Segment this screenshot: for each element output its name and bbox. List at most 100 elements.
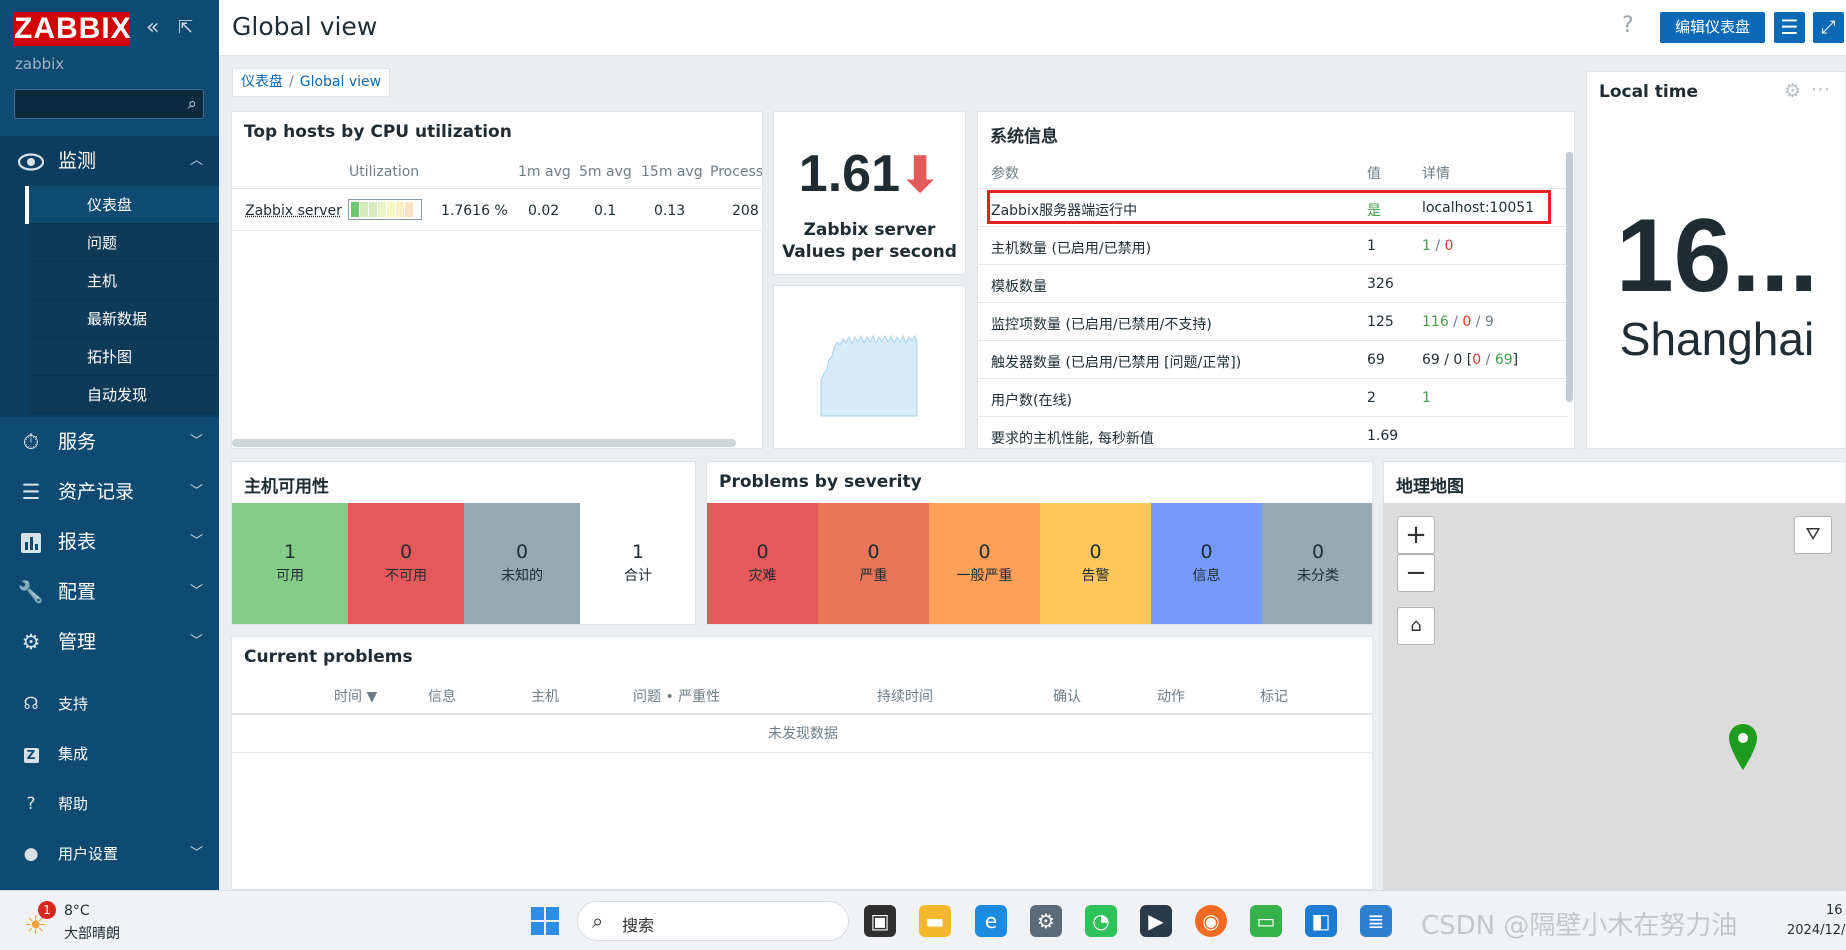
filter-icon[interactable]: ⛛ bbox=[1794, 516, 1832, 554]
utilization-value: 1.7616 % bbox=[441, 203, 508, 219]
file-explorer-icon[interactable]: ▬ bbox=[919, 905, 951, 937]
widget-title: Local time bbox=[1599, 82, 1699, 102]
severity-high[interactable]: 0 严重 bbox=[818, 503, 929, 624]
menu-item-reports[interactable]: 报表 ﹀ bbox=[0, 517, 219, 567]
horizontal-scrollbar[interactable] bbox=[232, 439, 736, 447]
double-chevron-left-icon[interactable]: « bbox=[146, 16, 159, 40]
availability-unknown[interactable]: 0 未知的 bbox=[464, 503, 580, 624]
hamburger-icon[interactable]: ☰ bbox=[1774, 12, 1805, 43]
sysinfo-row-triggers: 触发器数量 (已启用/已禁用 [问题/正常]) 69 69 / 0 [0 / 6… bbox=[978, 341, 1568, 379]
zabbix-logo[interactable]: ZABBIX bbox=[14, 12, 131, 46]
task-view-icon[interactable]: ▣ bbox=[864, 905, 896, 937]
terminal-app-icon[interactable]: ▶ bbox=[1140, 905, 1172, 937]
column-header[interactable]: Process bbox=[710, 164, 762, 180]
severity-average[interactable]: 0 一般严重 bbox=[929, 503, 1040, 624]
breadcrumb: 仪表盘 / Global view bbox=[232, 68, 391, 97]
chevron-down-icon: ﹀ bbox=[189, 584, 203, 599]
geomap-canvas[interactable]: + − ⌂ ⛛ bbox=[1383, 503, 1846, 890]
param-value: 2 bbox=[1367, 390, 1376, 406]
clock-time[interactable]: 16 bbox=[1826, 903, 1843, 918]
severity-information[interactable]: 0 信息 bbox=[1151, 503, 1262, 624]
param-value: 1 bbox=[1367, 238, 1376, 254]
widget-title: 主机可用性 bbox=[244, 477, 329, 497]
menu-item-inventory[interactable]: ☰ 资产记录 ﹀ bbox=[0, 467, 219, 517]
availability-count: 0 bbox=[515, 541, 529, 563]
fullscreen-icon[interactable]: ⤢ bbox=[1813, 12, 1844, 43]
menu-item-help[interactable]: ? 帮助 bbox=[0, 779, 219, 829]
severity-disaster[interactable]: 0 灾难 bbox=[707, 503, 818, 624]
remote-desktop-icon[interactable]: ▭ bbox=[1250, 905, 1282, 937]
vm-app-icon[interactable]: ◧ bbox=[1305, 905, 1337, 937]
local-time-value: 16... bbox=[1615, 198, 1819, 314]
submenu-item-problems[interactable]: 问题 bbox=[29, 224, 219, 262]
column-header[interactable]: 15m avg bbox=[641, 164, 703, 180]
menu-item-configuration[interactable]: 🔧 配置 ﹀ bbox=[0, 567, 219, 617]
chevron-down-icon: ﹀ bbox=[189, 634, 203, 649]
column-header[interactable]: 1m avg bbox=[518, 164, 571, 180]
question-icon[interactable]: ? bbox=[1622, 13, 1634, 38]
availability-total[interactable]: 1 合计 bbox=[580, 503, 695, 624]
widget-geomap-header: 地理地图 bbox=[1383, 461, 1846, 503]
firefox-icon[interactable]: ◉ bbox=[1195, 905, 1227, 937]
weather-widget[interactable]: ☀ 1 bbox=[24, 901, 58, 941]
submenu-item-hosts[interactable]: 主机 bbox=[29, 262, 219, 300]
search-icon[interactable]: ⌕ bbox=[187, 94, 197, 114]
search-input[interactable]: ⌕ bbox=[14, 89, 204, 119]
highlight-box bbox=[987, 190, 1551, 224]
avg-1m-value: 0.02 bbox=[528, 203, 560, 219]
gear-icon[interactable]: ⚙ bbox=[1784, 80, 1801, 102]
severity-count: 0 bbox=[1200, 541, 1213, 563]
severity-not-classified[interactable]: 0 未分类 bbox=[1262, 503, 1372, 624]
param-value: 125 bbox=[1367, 314, 1394, 330]
windows-start-icon[interactable] bbox=[529, 905, 561, 937]
column-header: 参数 bbox=[991, 166, 1019, 182]
sysinfo-row-performance: 要求的主机性能, 每秒新值 1.69 bbox=[978, 417, 1568, 448]
gear-icon: ⚙ bbox=[21, 630, 41, 654]
vps-host-label: Zabbix server bbox=[803, 220, 936, 240]
availability-unavailable[interactable]: 0 不可用 bbox=[348, 503, 464, 624]
taskbar-search[interactable]: ⌕ 搜索 bbox=[577, 901, 849, 941]
submenu-item-latest-data[interactable]: 最新数据 bbox=[29, 300, 219, 338]
notepad-icon[interactable]: ≣ bbox=[1360, 905, 1392, 937]
severity-count: 0 bbox=[756, 541, 769, 563]
weather-temp: 8°C bbox=[64, 903, 90, 919]
clock-date[interactable]: 2024/12/ bbox=[1787, 923, 1845, 938]
menu-item-label: 服务 bbox=[58, 431, 97, 453]
menu-item-support[interactable]: ☊ 支持 bbox=[0, 679, 219, 729]
kiosk-icon[interactable]: ⇱ bbox=[178, 16, 193, 40]
menu-item-label: 配置 bbox=[58, 581, 97, 603]
column-header[interactable]: Utilization bbox=[349, 164, 419, 180]
avg-15m-value: 0.13 bbox=[654, 203, 686, 219]
breadcrumb-current[interactable]: Global view bbox=[300, 74, 381, 90]
breadcrumb-dashboards[interactable]: 仪表盘 bbox=[241, 74, 283, 90]
widget-system-info: 系统信息 参数 值 详情 Zabbix服务器端运行中 是 localhost:1… bbox=[977, 111, 1575, 449]
settings-app-icon[interactable]: ⚙ bbox=[1030, 905, 1062, 937]
headset-icon: ☊ bbox=[23, 694, 39, 714]
host-link[interactable]: Zabbix server bbox=[245, 203, 342, 219]
menu-item-administration[interactable]: ⚙ 管理 ﹀ bbox=[0, 617, 219, 667]
param-details: 1 / 0 bbox=[1422, 238, 1454, 254]
menu-item-services[interactable]: ⏱ 服务 ﹀ bbox=[0, 417, 219, 467]
edit-dashboard-button[interactable]: 编辑仪表盘 bbox=[1660, 12, 1765, 43]
submenu-item-maps[interactable]: 拓扑图 bbox=[29, 338, 219, 376]
vertical-scrollbar[interactable] bbox=[1566, 152, 1573, 402]
severity-warning[interactable]: 0 告警 bbox=[1040, 503, 1151, 624]
severity-label: 一般严重 bbox=[956, 568, 1013, 584]
map-marker-icon[interactable] bbox=[1728, 723, 1758, 771]
zoom-out-button[interactable]: − bbox=[1397, 554, 1435, 592]
column-header-time[interactable]: 时间 ▼ bbox=[334, 686, 377, 706]
menu-item-monitoring[interactable]: 监测 ︿ bbox=[0, 136, 219, 186]
home-icon[interactable]: ⌂ bbox=[1397, 607, 1435, 645]
column-header[interactable]: 5m avg bbox=[579, 164, 632, 180]
menu-item-integrations[interactable]: Z 集成 bbox=[0, 729, 219, 779]
menu-item-user-settings[interactable]: ● 用户设置 ﹀ bbox=[0, 829, 219, 879]
submenu-item-discovery[interactable]: 自动发现 bbox=[29, 376, 219, 414]
zoom-in-button[interactable]: + bbox=[1397, 516, 1435, 554]
more-icon[interactable]: ⋯ bbox=[1811, 78, 1830, 100]
widget-current-problems: Current problems 时间 ▼ 信息 主机 问题 • 严重性 持续时… bbox=[231, 636, 1373, 890]
submenu-item-dashboard[interactable]: 仪表盘 bbox=[25, 186, 219, 224]
column-header[interactable]: 问题 • 严重性 bbox=[633, 686, 720, 706]
availability-available[interactable]: 1 可用 bbox=[232, 503, 348, 624]
edge-browser-icon[interactable]: e bbox=[975, 905, 1007, 937]
wechat-icon[interactable]: ◔ bbox=[1085, 905, 1117, 937]
